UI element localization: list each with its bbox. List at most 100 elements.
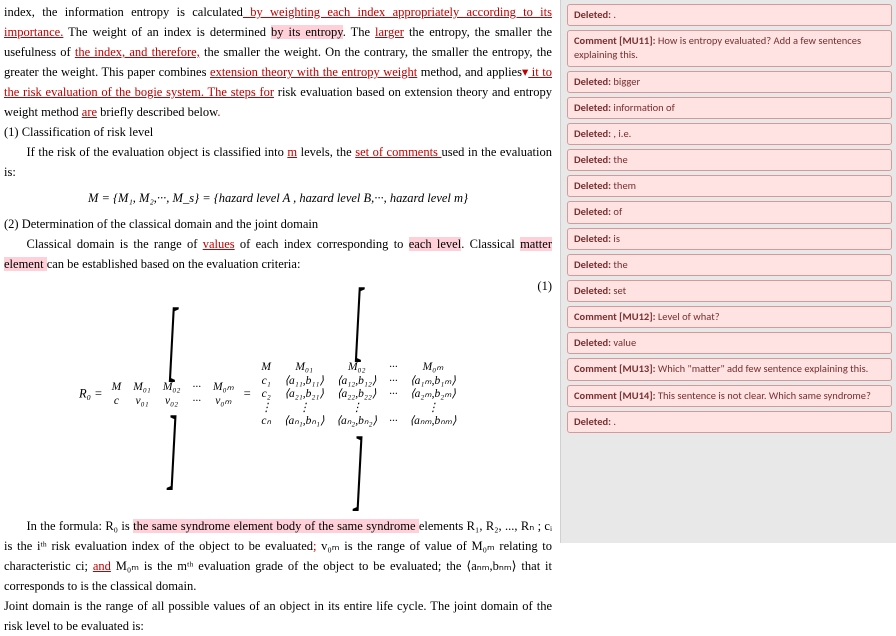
- balloon-text: them: [611, 179, 636, 192]
- comment-balloon[interactable]: Comment [MU11]: How is entropy evaluated…: [567, 30, 892, 66]
- matrix-cell: v₀ₘ: [207, 395, 240, 409]
- inserted-text: are: [82, 105, 97, 119]
- balloon-text: .: [611, 8, 616, 21]
- deleted-balloon[interactable]: Deleted: .: [567, 411, 892, 433]
- balloon-label: Comment [MU11]:: [574, 34, 656, 47]
- eq-lhs: R₀ =: [79, 387, 103, 401]
- balloon-text: set: [611, 284, 626, 297]
- text: . Classical: [461, 237, 520, 251]
- matrix-cell: ⟨aₙ₁,bₙ₁⟩: [278, 415, 331, 429]
- matrix-cell: v₀₁: [127, 395, 157, 409]
- deleted-balloon[interactable]: Deleted: , i.e.: [567, 123, 892, 145]
- matrix-cell: ···: [186, 381, 207, 395]
- matrix-cell: ⟨a₁ₘ,b₁ₘ⟩: [404, 375, 463, 389]
- matrix-cell: M₀₁: [278, 361, 331, 375]
- matrix-cell: ⋮: [254, 402, 278, 416]
- balloon-label: Deleted:: [574, 284, 611, 297]
- balloon-label: Deleted:: [574, 258, 611, 271]
- paragraph-1: index, the information entropy is calcul…: [4, 2, 552, 122]
- deleted-balloon[interactable]: Deleted: the: [567, 149, 892, 171]
- balloon-label: Deleted:: [574, 75, 611, 88]
- text: index, the information entropy is calcul…: [4, 5, 243, 19]
- inserted-text: the index, and therefore,: [75, 45, 200, 59]
- matrix-cell: ⟨aₙₘ,bₙₘ⟩: [404, 415, 463, 429]
- matrix-cell: c₁: [254, 375, 278, 389]
- inserted-text: set of comments: [355, 145, 441, 159]
- balloon-text: This sentence is not clear. Which same s…: [656, 389, 871, 402]
- matrix-cell: ⟨a₂ₘ,b₂ₘ⟩: [404, 388, 463, 402]
- comment-balloon[interactable]: Comment [MU13]: Which "matter" add few s…: [567, 358, 892, 380]
- inserted-text: values: [203, 237, 235, 251]
- deleted-balloon[interactable]: Deleted: value: [567, 332, 892, 354]
- balloon-label: Deleted:: [574, 127, 611, 140]
- matrix-cell: ⋮: [278, 402, 331, 416]
- balloon-text: value: [611, 336, 636, 349]
- balloon-text: bigger: [611, 75, 640, 88]
- deleted-balloon[interactable]: Deleted: of: [567, 201, 892, 223]
- inserted-text: for: [259, 85, 274, 99]
- balloon-text: is: [611, 232, 620, 245]
- deleted-balloon[interactable]: Deleted: is: [567, 228, 892, 250]
- inserted-text: m: [287, 145, 297, 159]
- balloon-label: Deleted:: [574, 415, 611, 428]
- inserted-text: extension theory with the entropy weight: [210, 65, 417, 79]
- matrix-cell: M: [254, 361, 278, 375]
- matrix-cell: ···: [383, 375, 404, 389]
- matrix-cell: M₀₁: [127, 381, 157, 395]
- balloon-text: of: [611, 205, 622, 218]
- equation-set-M: M = {M₁, M₂,···, M_s} = {hazard level A …: [4, 188, 552, 208]
- balloon-text: the: [611, 153, 628, 166]
- inserted-text: larger: [375, 25, 404, 39]
- equation-matrix-R0: (1) R₀ = [ MM₀₁M₀₂···M₀ₘcv₀₁v₀₂···v₀ₘ ] …: [4, 280, 552, 510]
- matrix-cell: ⋮: [330, 402, 383, 416]
- heading-2: (2) Determination of the classical domai…: [4, 214, 552, 234]
- eq-equals: =: [243, 387, 255, 401]
- balloon-label: Comment [MU13]:: [574, 362, 656, 375]
- matrix-cell: c₂: [254, 388, 278, 402]
- text: Classical domain is the range of: [27, 237, 203, 251]
- matrix-cell: ···: [186, 395, 207, 409]
- matrix-cell: ···: [383, 415, 404, 429]
- deleted-balloon[interactable]: Deleted: .: [567, 4, 892, 26]
- matrix-cell: ⟨a₁₂,b₁₂⟩: [330, 375, 383, 389]
- balloon-label: Comment [MU12]:: [574, 310, 656, 323]
- balloon-text: Level of what?: [656, 310, 720, 323]
- heading-1: (1) Classification of risk level: [4, 122, 552, 142]
- matrix-cell: ⟨a₂₁,b₂₁⟩: [278, 388, 331, 402]
- matrix-cell: ⋮: [404, 402, 463, 416]
- text: In the formula: R₀ is: [27, 519, 134, 533]
- comment-highlight[interactable]: the same syndrome element body of the sa…: [133, 519, 419, 533]
- deleted-balloon[interactable]: Deleted: information of: [567, 97, 892, 119]
- inserted-text: and: [93, 559, 111, 573]
- balloon-label: Comment [MU14]:: [574, 389, 656, 402]
- matrix-cell: [383, 402, 404, 416]
- balloon-text: Which "matter" add few sentence explaini…: [656, 362, 869, 375]
- deleted-balloon[interactable]: Deleted: them: [567, 175, 892, 197]
- deleted-balloon[interactable]: Deleted: set: [567, 280, 892, 302]
- text: briefly described below: [97, 105, 217, 119]
- matrix-cell: ···: [383, 388, 404, 402]
- paragraph-5: Joint domain is the range of all possibl…: [4, 596, 552, 636]
- balloon-text: information of: [611, 101, 675, 114]
- paragraph-2: If the risk of the evaluation object is …: [4, 142, 552, 182]
- balloon-label: Deleted:: [574, 205, 611, 218]
- comments-pane[interactable]: Deleted: . Comment [MU11]: How is entropy…: [560, 0, 896, 543]
- comment-balloon[interactable]: Comment [MU12]: Level of what?: [567, 306, 892, 328]
- deleted-balloon[interactable]: Deleted: the: [567, 254, 892, 276]
- balloon-text: .: [611, 415, 616, 428]
- deleted-balloon[interactable]: Deleted: bigger: [567, 71, 892, 93]
- text: method, and applies: [417, 65, 522, 79]
- balloon-label: Deleted:: [574, 101, 611, 114]
- equation-number: (1): [537, 280, 552, 293]
- comment-highlight[interactable]: each level: [409, 237, 461, 251]
- comment-balloon[interactable]: Comment [MU14]: This sentence is not cle…: [567, 385, 892, 407]
- matrix-cell: ···: [383, 361, 404, 375]
- comment-highlight[interactable]: by its entropy: [271, 25, 343, 39]
- paragraph-4: In the formula: R₀ is the same syndrome …: [4, 516, 552, 596]
- text: The weight of an index is determined: [63, 25, 271, 39]
- balloon-label: Deleted:: [574, 232, 611, 245]
- text: can be established based on the evaluati…: [47, 257, 301, 271]
- balloon-text: the: [611, 258, 628, 271]
- document-body: index, the information entropy is calcul…: [0, 0, 560, 543]
- balloon-label: Deleted:: [574, 8, 611, 21]
